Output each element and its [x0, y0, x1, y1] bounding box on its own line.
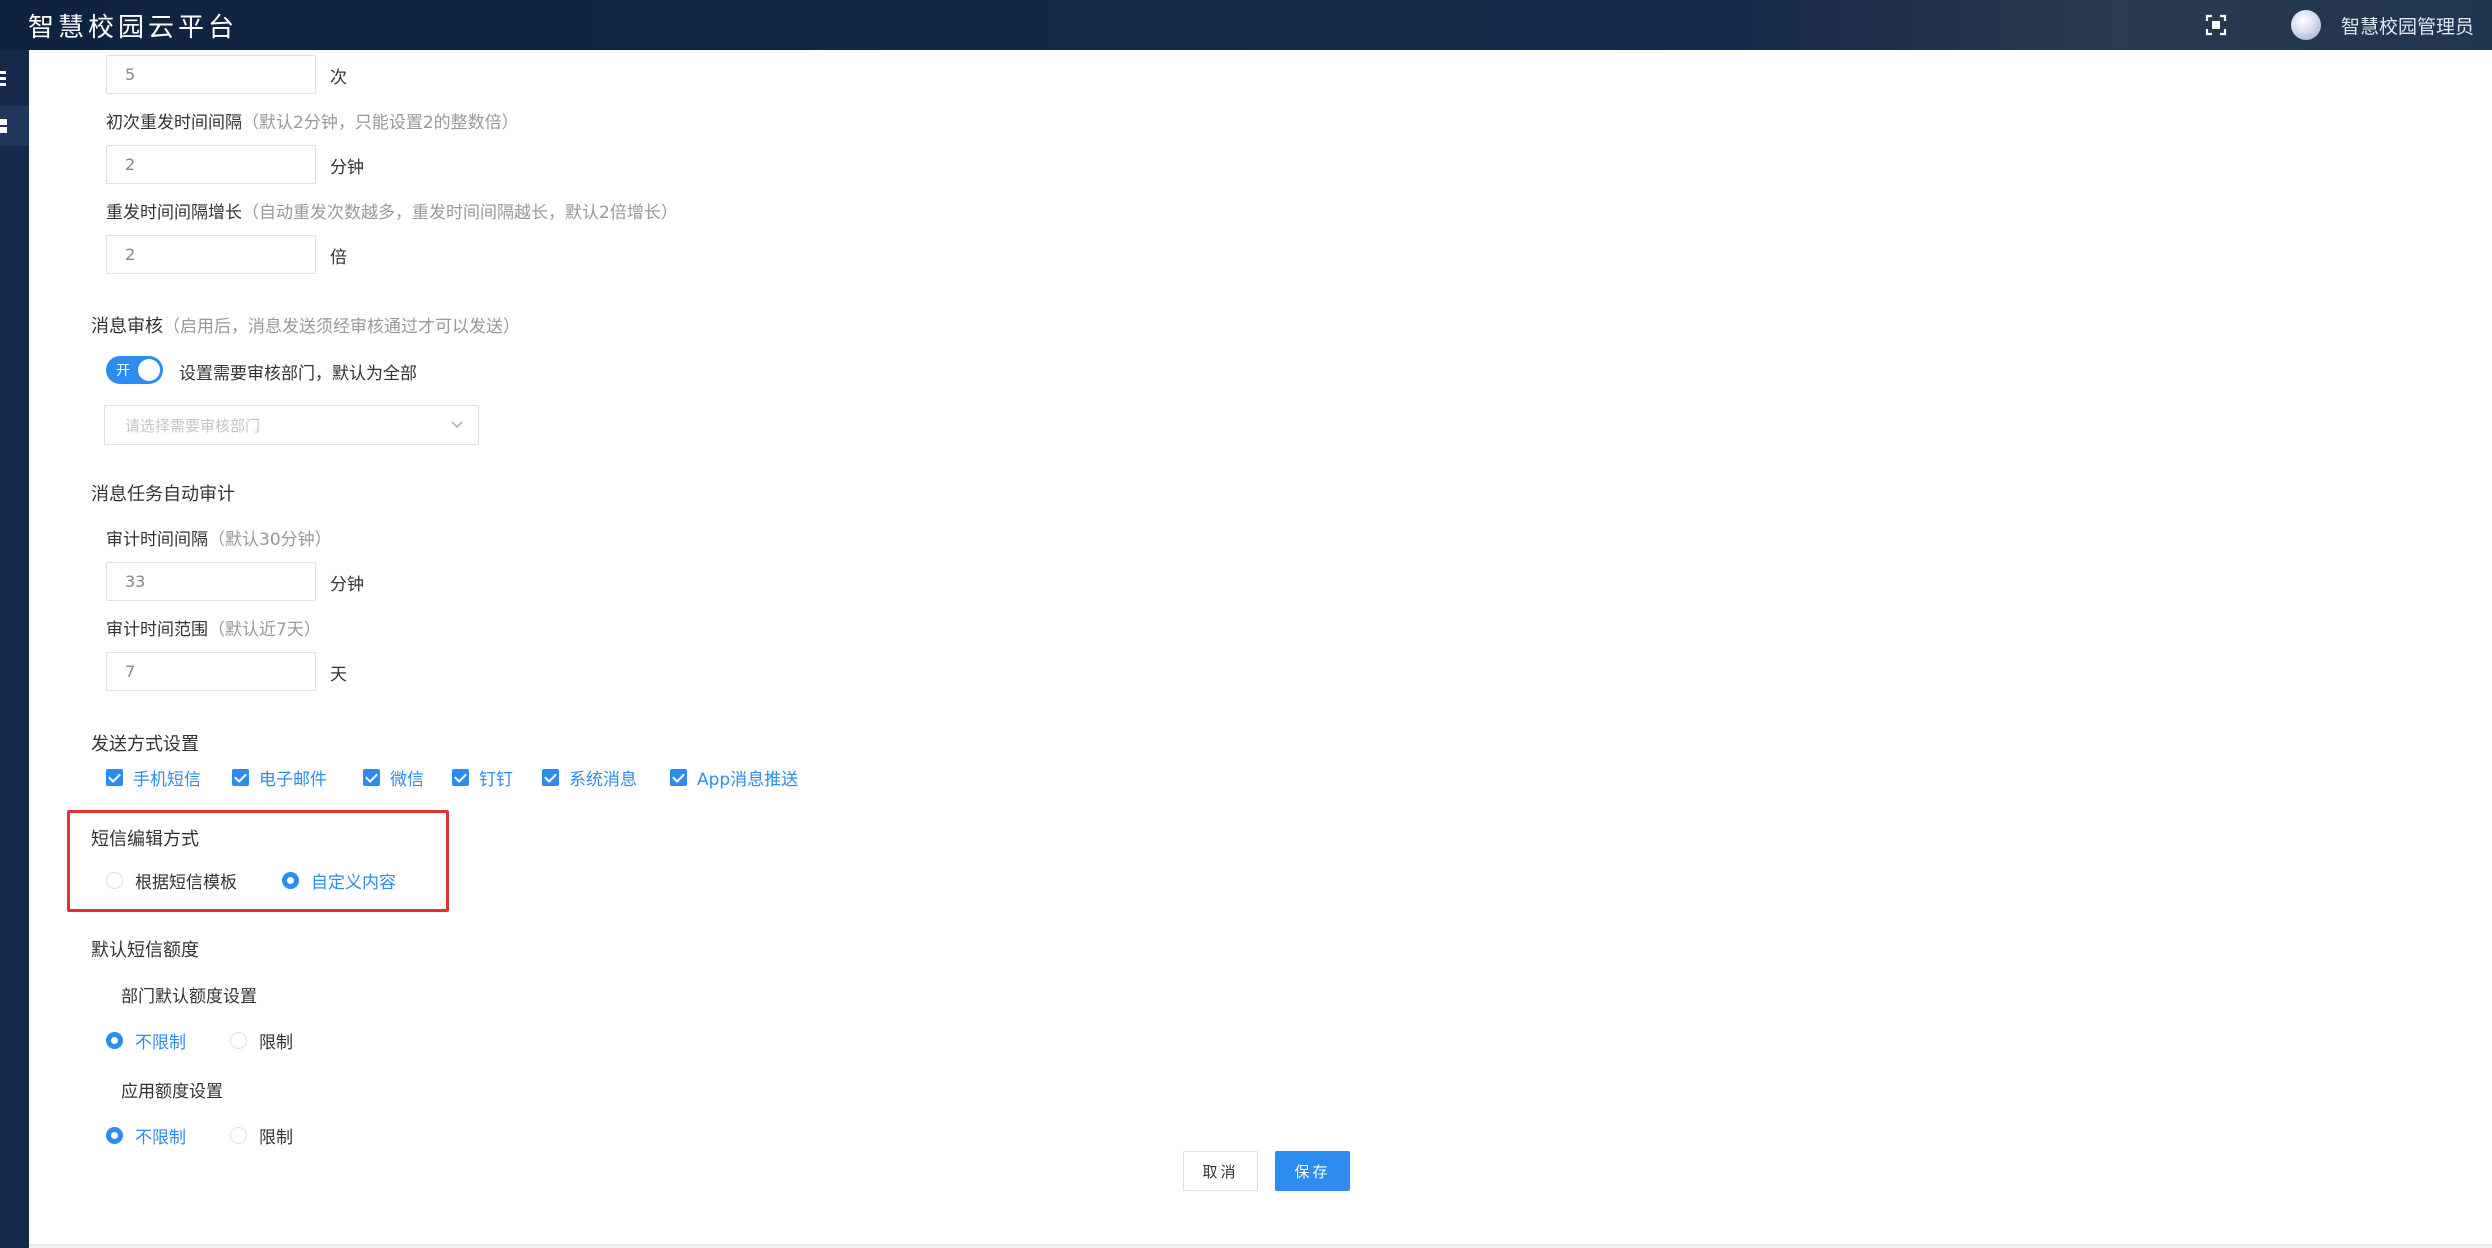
send-methods-group: 手机短信 电子邮件 微信 钉钉 系统消息 App消息推送 — [106, 765, 798, 790]
sms-edit-title: 短信编辑方式 — [91, 829, 199, 850]
radio-selected-icon — [106, 1032, 123, 1049]
sidebar — [0, 50, 29, 1248]
radio-selected-icon — [106, 1127, 123, 1144]
radio-unselected-icon — [230, 1032, 247, 1049]
audit-range-value: 7 — [125, 662, 136, 681]
first-interval-label: 初次重发时间间隔（默认2分钟，只能设置2的整数倍） — [106, 113, 519, 133]
audit-title: 消息任务自动审计 — [91, 484, 235, 505]
review-toggle-desc: 设置需要审核部门，默认为全部 — [179, 364, 417, 384]
checkbox-checked-icon — [106, 769, 123, 786]
sidebar-item-menu[interactable] — [0, 58, 29, 98]
send-method-app-push[interactable]: App消息推送 — [670, 765, 798, 790]
retry-count-unit: 次 — [330, 68, 347, 88]
avatar[interactable] — [2290, 10, 2321, 40]
audit-range-label: 审计时间范围（默认近7天） — [106, 620, 321, 640]
review-dept-select[interactable]: 请选择需要审核部门 — [104, 405, 479, 445]
dept-quota-limited[interactable]: 限制 — [230, 1028, 293, 1053]
sidebar-item-grid[interactable] — [0, 106, 29, 146]
audit-interval-unit: 分钟 — [330, 575, 364, 595]
review-toggle[interactable]: 开 — [106, 356, 163, 384]
app-quota-label: 应用额度设置 — [121, 1082, 223, 1102]
checkbox-checked-icon — [670, 769, 687, 786]
growth-input[interactable]: 2 — [106, 235, 316, 274]
growth-unit: 倍 — [330, 248, 347, 268]
save-button[interactable]: 保存 — [1275, 1151, 1350, 1191]
dept-quota-label: 部门默认额度设置 — [121, 987, 257, 1007]
sms-edit-option-custom[interactable]: 自定义内容 — [282, 868, 396, 893]
audit-range-unit: 天 — [330, 665, 347, 685]
fullscreen-icon[interactable] — [2205, 14, 2227, 36]
checkbox-checked-icon — [363, 769, 380, 786]
audit-interval-label: 审计时间间隔（默认30分钟） — [106, 530, 332, 550]
sms-edit-option-template[interactable]: 根据短信模板 — [106, 868, 237, 893]
quota-title: 默认短信额度 — [91, 940, 199, 961]
radio-unselected-icon — [230, 1127, 247, 1144]
growth-value: 2 — [125, 245, 136, 264]
audit-interval-value: 33 — [125, 572, 146, 591]
review-toggle-text: 开 — [116, 363, 130, 379]
send-method-email[interactable]: 电子邮件 — [232, 765, 363, 790]
first-interval-input[interactable]: 2 — [106, 145, 316, 184]
checkbox-checked-icon — [232, 769, 249, 786]
radio-unselected-icon — [106, 872, 123, 889]
grid-icon — [0, 119, 7, 133]
app-quota-limited[interactable]: 限制 — [230, 1123, 293, 1148]
app-title: 智慧校园云平台 — [28, 12, 239, 43]
settings-panel: 5 次 初次重发时间间隔（默认2分钟，只能设置2的整数倍） 2 分钟 重发时间间… — [29, 50, 2492, 1246]
send-method-wechat[interactable]: 微信 — [363, 765, 452, 790]
audit-interval-input[interactable]: 33 — [106, 562, 316, 601]
chevron-down-icon — [451, 421, 463, 429]
growth-label: 重发时间间隔增长（自动重发次数越多，重发时间间隔越长，默认2倍增长） — [106, 203, 678, 223]
send-method-sms[interactable]: 手机短信 — [106, 765, 232, 790]
cancel-button[interactable]: 取消 — [1183, 1151, 1258, 1191]
dept-quota-unlimited[interactable]: 不限制 — [106, 1028, 186, 1053]
audit-range-input[interactable]: 7 — [106, 652, 316, 691]
top-header: 智慧校园云平台 智慧校园管理员 — [0, 0, 2492, 50]
send-method-system[interactable]: 系统消息 — [542, 765, 670, 790]
app-quota-unlimited[interactable]: 不限制 — [106, 1123, 186, 1148]
review-dept-placeholder: 请选择需要审核部门 — [125, 416, 261, 435]
send-methods-title: 发送方式设置 — [91, 734, 199, 755]
first-interval-value: 2 — [125, 155, 136, 174]
radio-selected-icon — [282, 872, 299, 889]
menu-icon — [0, 71, 6, 86]
checkbox-checked-icon — [542, 769, 559, 786]
review-toggle-knob — [138, 359, 160, 381]
username[interactable]: 智慧校园管理员 — [2341, 12, 2474, 39]
retry-count-value: 5 — [125, 65, 136, 84]
checkbox-checked-icon — [452, 769, 469, 786]
first-interval-unit: 分钟 — [330, 158, 364, 178]
review-title: 消息审核（启用后，消息发送须经审核通过才可以发送） — [91, 316, 520, 337]
retry-count-input[interactable]: 5 — [106, 55, 316, 94]
send-method-dingtalk[interactable]: 钉钉 — [452, 765, 542, 790]
header-actions: 智慧校园管理员 — [2205, 0, 2474, 50]
